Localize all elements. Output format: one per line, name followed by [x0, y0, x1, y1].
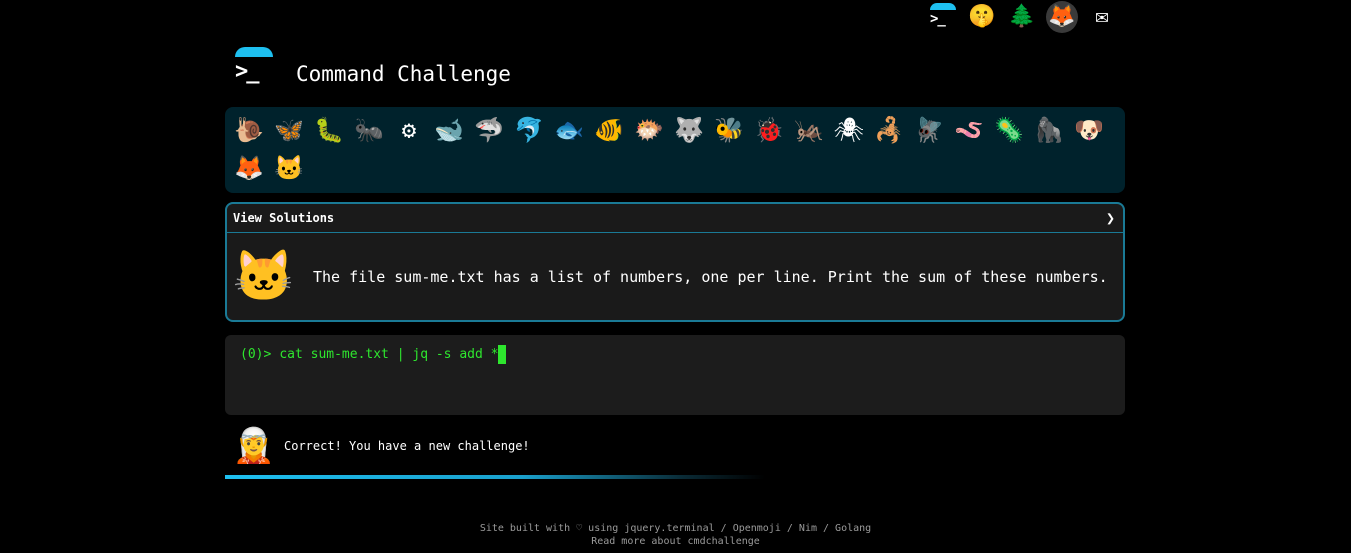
terminal-prompt: (0)> [240, 346, 272, 362]
scorpion-icon[interactable]: 🦂 [869, 111, 909, 149]
challenge-icon-bar: 🐌 🦋 🐛 🐜 ⚙ 🐋 🦈 🐬 🐟 🐠 🐡 🐺 🐝 🐞 🦗 🕷 🦂 🪰 🪱 🦠 🦍 🐶 🦊 🐱 [225, 107, 1125, 193]
cat-icon[interactable]: 🐱 [269, 149, 309, 187]
ladybug-icon[interactable]: 🐞 [749, 111, 789, 149]
tree-icon[interactable]: 🌲 [1006, 1, 1038, 33]
wheel-icon[interactable]: ⚙ [389, 111, 429, 149]
shark-icon[interactable]: 🦈 [469, 111, 509, 149]
snail-icon[interactable]: 🐌 [229, 111, 269, 149]
result-text: Correct! You have a new challenge! [284, 439, 530, 453]
challenge-panel: View Solutions ❯ 🐱 The file sum-me.txt h… [225, 202, 1125, 322]
cat-face-icon: 🐱 [232, 247, 296, 305]
bee-icon[interactable]: 🐝 [709, 111, 749, 149]
top-icon-bar: >_ 🤫 🌲 🦊 ✉ [926, 0, 1118, 33]
spider-icon[interactable]: 🕷 [829, 111, 869, 149]
page-title: Command Challenge [296, 62, 511, 86]
mail-icon[interactable]: ✉ [1086, 1, 1118, 33]
progress-bar [225, 475, 765, 479]
cricket-icon[interactable]: 🦗 [789, 111, 829, 149]
butterfly-icon[interactable]: 🦋 [269, 111, 309, 149]
challenge-body: 🐱 The file sum-me.txt has a list of numb… [227, 233, 1123, 320]
microbe-icon[interactable]: 🦠 [989, 111, 1029, 149]
gorilla-icon[interactable]: 🦍 [1029, 111, 1069, 149]
footer-link-golang[interactable]: Golang [835, 523, 871, 534]
footer-link-nim[interactable]: Nim [799, 523, 817, 534]
fox-icon[interactable]: 🦊 [229, 149, 269, 187]
chevron-right-icon[interactable]: ❯ [1106, 209, 1115, 227]
ant-icon[interactable]: 🐜 [349, 111, 389, 149]
terminal[interactable]: (0)> cat sum-me.txt | jq -s add * [225, 335, 1125, 415]
dolphin-icon[interactable]: 🐬 [509, 111, 549, 149]
logo-dome [235, 47, 273, 57]
footer-link-read-more[interactable]: Read more about cmdchallenge [591, 536, 760, 547]
page-header: >_ Command Challenge [230, 45, 511, 89]
footer-link-jquery-terminal[interactable]: jquery.terminal [624, 523, 714, 534]
terminal-command[interactable]: cat sum-me.txt | jq -s add * [279, 347, 498, 362]
tropical-fish-icon[interactable]: 🐠 [589, 111, 629, 149]
fish-icon[interactable]: 🐟 [549, 111, 589, 149]
dog-icon[interactable]: 🐶 [1069, 111, 1109, 149]
cmd-logo-prompt: >_ [930, 10, 946, 27]
worm-icon[interactable]: 🪱 [949, 111, 989, 149]
elf-icon: 🧝 [232, 426, 276, 466]
view-solutions-toggle[interactable]: View Solutions ❯ [227, 204, 1123, 233]
result-message: 🧝 Correct! You have a new challenge! [232, 425, 530, 467]
site-logo-icon[interactable]: >_ [230, 45, 274, 89]
logo-prompt: >_ [235, 59, 259, 84]
footer-line-1: Site built with ♡ using jquery.terminal … [479, 523, 872, 534]
caterpillar-icon[interactable]: 🐛 [309, 111, 349, 149]
fly-icon[interactable]: 🪰 [909, 111, 949, 149]
view-solutions-label: View Solutions [233, 211, 335, 225]
terminal-input-line[interactable]: (0)> cat sum-me.txt | jq -s add * [240, 344, 1110, 364]
cmd-logo-icon[interactable]: >_ [926, 1, 958, 33]
gitlab-icon[interactable]: 🦊 [1046, 0, 1078, 33]
whale-icon[interactable]: 🐋 [429, 111, 469, 149]
terminal-cursor [498, 344, 507, 364]
footer: Site built with ♡ using jquery.terminal … [0, 522, 1351, 548]
shushing-face-icon[interactable]: 🤫 [966, 1, 998, 33]
pufferfish-icon[interactable]: 🐡 [629, 111, 669, 149]
challenge-description: The file sum-me.txt has a list of number… [313, 267, 1108, 286]
footer-prefix: Site built with ♡ using [479, 523, 625, 534]
footer-link-openmoji[interactable]: Openmoji [733, 523, 781, 534]
footer-line-2: Read more about cmdchallenge [0, 535, 1351, 548]
wolf-icon[interactable]: 🐺 [669, 111, 709, 149]
